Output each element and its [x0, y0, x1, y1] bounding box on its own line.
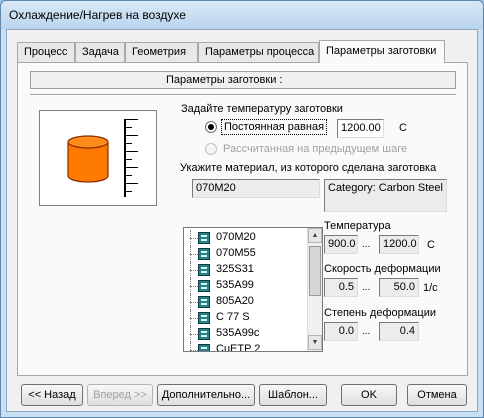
cancel-button[interactable]: Отмена	[407, 384, 467, 406]
strain-min-field: 0.0	[324, 322, 358, 341]
tab-panel: Параметры заготовки : Задайте температур…	[17, 62, 468, 376]
range-separator: ...	[362, 282, 371, 293]
tab-billet-params[interactable]: Параметры заготовки	[319, 40, 445, 63]
material-icon	[198, 264, 210, 276]
material-icon	[198, 280, 210, 292]
material-icon	[198, 328, 210, 340]
constant-temperature-unit: C	[399, 122, 407, 134]
material-field[interactable]: 070M20	[192, 179, 320, 198]
next-button[interactable]: Вперед >>	[87, 384, 153, 406]
temperature-range-label: Температура	[324, 220, 391, 232]
list-item[interactable]: 070M55	[184, 246, 308, 262]
ok-button[interactable]: OK	[341, 384, 397, 406]
section-header-label: Параметры заготовки :	[166, 74, 283, 86]
material-icon	[198, 312, 210, 324]
radio-constant[interactable]	[205, 121, 217, 133]
material-prompt: Укажите материал, из которого сделана за…	[180, 162, 437, 174]
scroll-up-arrow-icon[interactable]: ▲	[308, 228, 322, 243]
list-item[interactable]: 325S31	[184, 262, 308, 278]
radio-constant-label[interactable]: Постоянная равная	[221, 119, 328, 135]
radio-previous-step-label: Рассчитанная на предыдущем шаге	[223, 143, 408, 155]
constant-temperature-input[interactable]: 1200.00	[337, 119, 384, 138]
dialog-window: Охлаждение/Нагрев на воздухе Процесс Зад…	[0, 0, 484, 418]
strain-max-field: 0.4	[379, 322, 419, 341]
title-bar: Охлаждение/Нагрев на воздухе	[1, 1, 483, 29]
material-scrollbar[interactable]: ▲ ▼	[307, 228, 322, 351]
strain-label: Степень деформации	[324, 307, 437, 319]
rate-max-field: 50.0	[379, 278, 419, 297]
template-button[interactable]: Шаблон...	[259, 384, 327, 406]
tab-process[interactable]: Процесс	[17, 42, 75, 62]
material-icon	[198, 248, 210, 260]
material-icon	[198, 296, 210, 308]
temp-max-field: 1200.0	[379, 235, 419, 254]
rate-unit: 1/c	[423, 282, 438, 294]
list-item[interactable]: 070M20	[184, 230, 308, 246]
list-item[interactable]: 535A99c	[184, 326, 308, 342]
tab-geometry[interactable]: Геометрия	[125, 42, 198, 62]
dialog-client: Процесс Задача Геометрия Параметры проце…	[6, 29, 478, 412]
material-icon	[198, 232, 210, 244]
radio-previous-step[interactable]	[205, 143, 217, 155]
back-button[interactable]: << Назад	[21, 384, 83, 406]
material-icon	[198, 344, 210, 351]
temperature-prompt: Задайте температуру заготовки	[181, 103, 343, 115]
window-title: Охлаждение/Нагрев на воздухе	[9, 8, 186, 22]
billet-picture	[39, 110, 157, 206]
scroll-thumb[interactable]	[309, 246, 321, 296]
strain-rate-label: Скорость деформации	[324, 263, 441, 275]
separator	[30, 94, 456, 96]
tab-process-params[interactable]: Параметры процесса	[198, 42, 319, 62]
section-header: Параметры заготовки :	[30, 71, 456, 89]
temperature-scale-icon	[124, 119, 142, 197]
rate-min-field: 0.5	[324, 278, 358, 297]
scroll-down-arrow-icon[interactable]: ▼	[308, 335, 322, 350]
more-button[interactable]: Дополнительно...	[157, 384, 255, 406]
billet-cylinder-icon	[67, 135, 109, 183]
range-separator: ...	[362, 239, 371, 250]
list-item[interactable]: 535A99	[184, 278, 308, 294]
range-separator: ...	[362, 326, 371, 337]
list-item[interactable]: C 77 S	[184, 310, 308, 326]
list-item[interactable]: CuETP 2	[184, 342, 308, 351]
category-box: Category: Carbon Steel	[324, 179, 447, 212]
list-item[interactable]: 805A20	[184, 294, 308, 310]
tab-task[interactable]: Задача	[75, 42, 125, 62]
material-tree[interactable]: 070M20 070M55 325S31 535A99 805A20 C 77 …	[183, 227, 323, 352]
temp-unit: C	[427, 239, 435, 251]
temp-min-field: 900.0	[324, 235, 358, 254]
